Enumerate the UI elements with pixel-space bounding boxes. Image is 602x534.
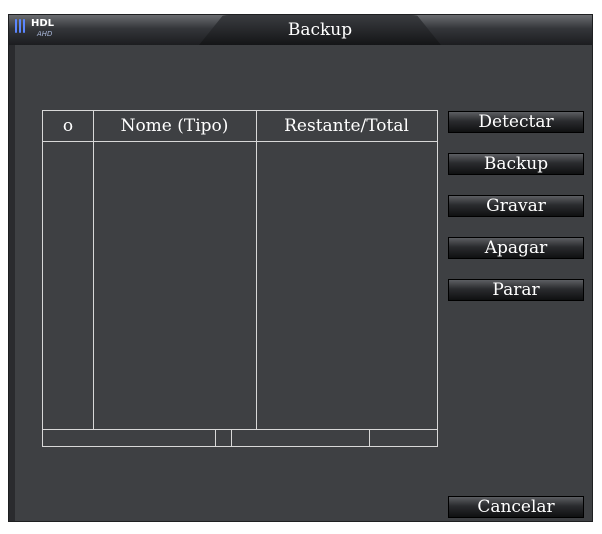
window-left-edge — [9, 45, 15, 521]
column-divider — [93, 111, 94, 429]
backup-dialog: HDL AHD Backup o Nome (Tipo) Restante/To… — [8, 14, 593, 522]
logo-text: HDL — [31, 18, 55, 29]
logo-subtext: AHD — [37, 30, 53, 38]
footer-column-divider — [369, 429, 370, 447]
device-list[interactable]: o Nome (Tipo) Restante/Total — [42, 110, 438, 447]
brand-logo: HDL AHD — [15, 18, 54, 42]
footer-column-divider — [231, 429, 232, 447]
column-header-name-type: Nome (Tipo) — [120, 116, 229, 136]
title-bar: HDL AHD Backup — [9, 15, 592, 45]
burn-button[interactable]: Gravar — [448, 195, 584, 217]
stop-button[interactable]: Parar — [448, 279, 584, 301]
hdl-logo-icon — [15, 18, 29, 34]
detect-button[interactable]: Detectar — [448, 111, 584, 133]
column-header-index: o — [62, 116, 74, 136]
footer-column-divider — [215, 429, 216, 447]
cancel-button[interactable]: Cancelar — [448, 496, 584, 518]
column-header-remaining-total: Restante/Total — [284, 116, 409, 136]
footer-divider — [43, 429, 437, 430]
window-title: Backup — [287, 20, 353, 40]
column-divider — [256, 111, 257, 429]
backup-button[interactable]: Backup — [448, 153, 584, 175]
erase-button[interactable]: Apagar — [448, 237, 584, 259]
header-divider — [43, 141, 437, 142]
